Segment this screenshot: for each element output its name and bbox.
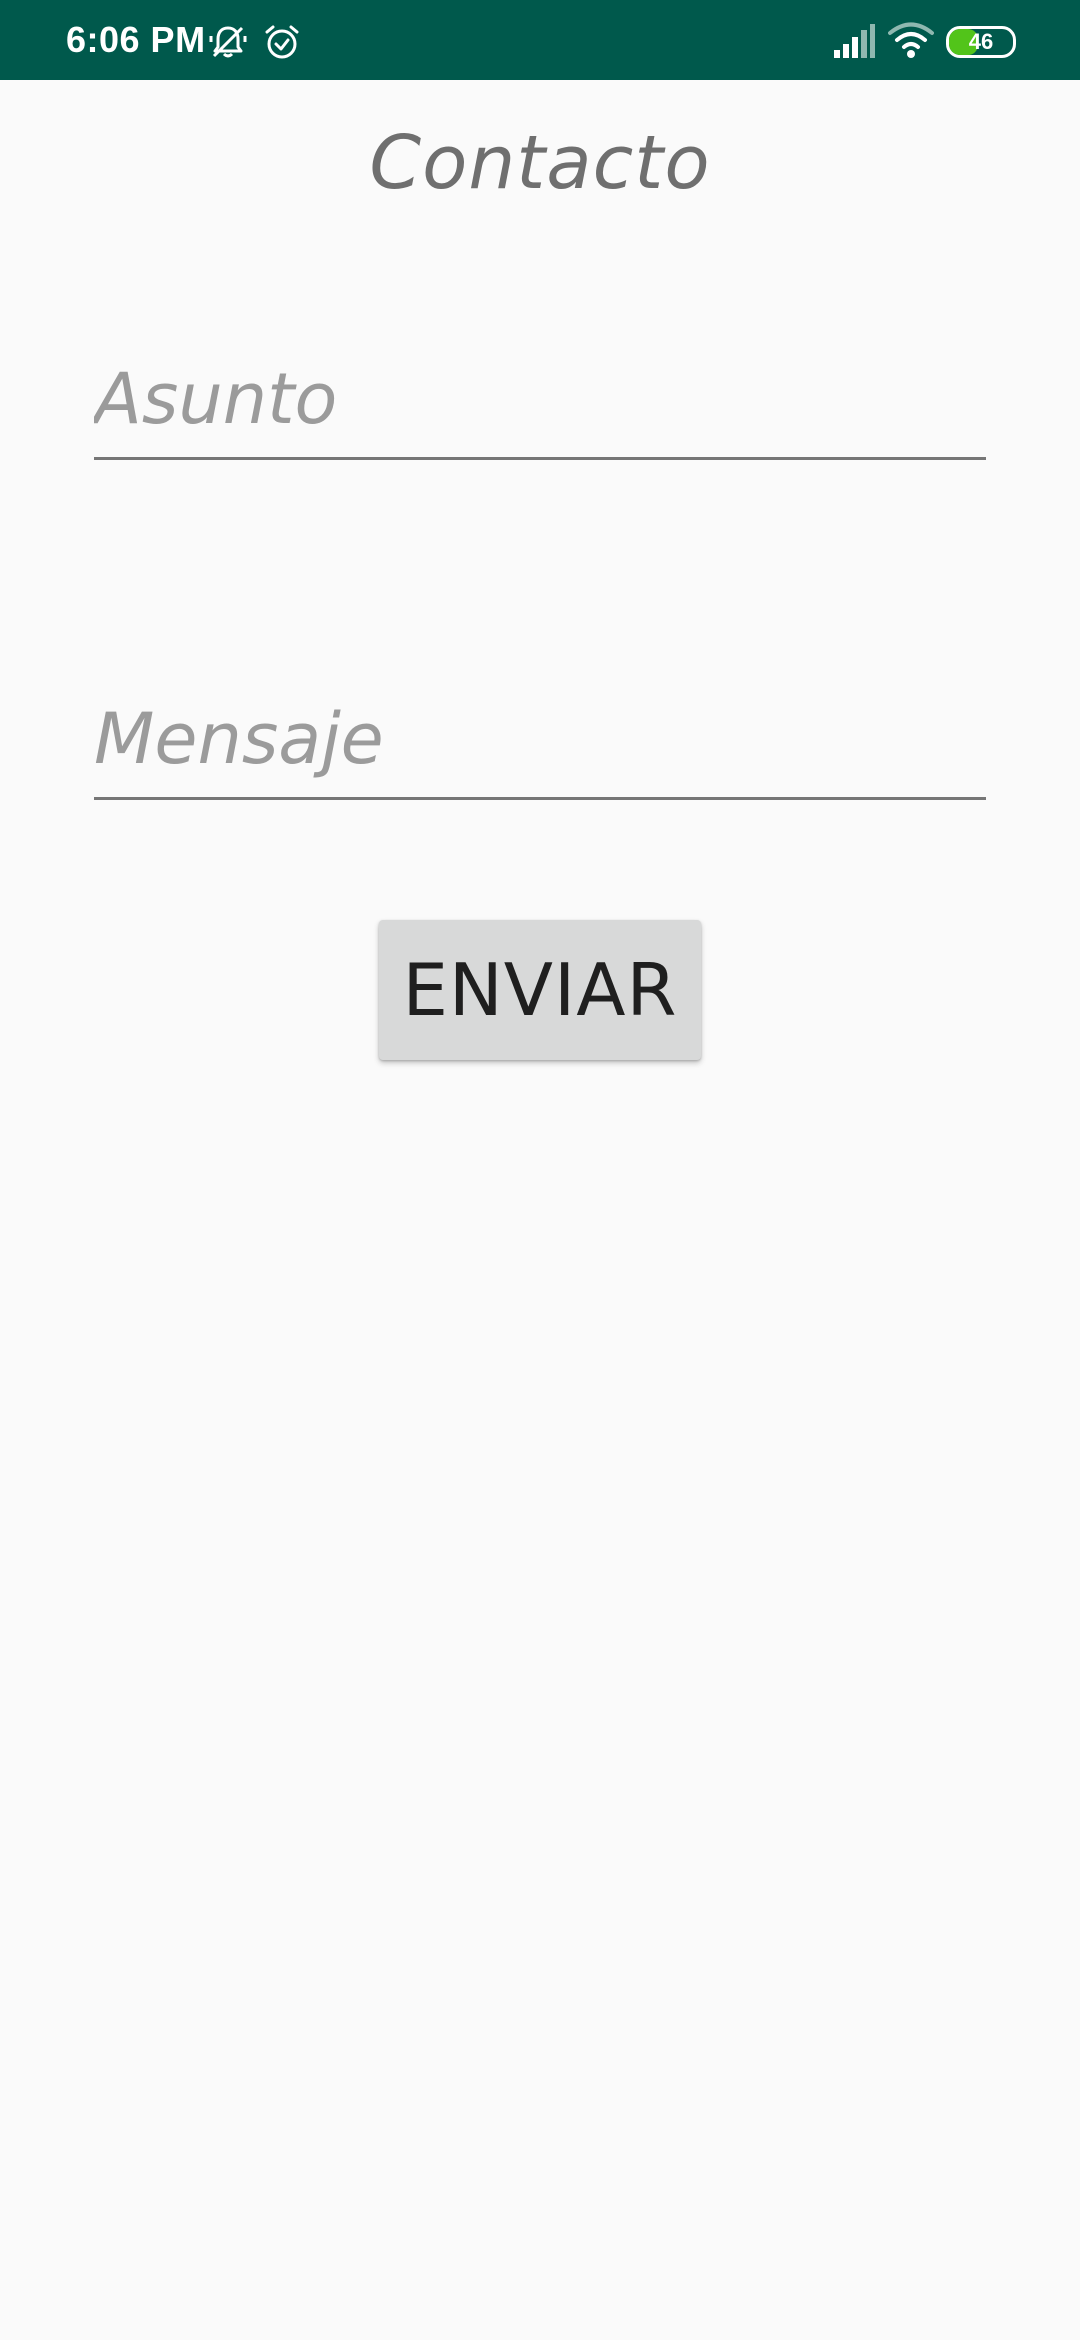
send-button[interactable]: ENVIAR [379, 920, 701, 1060]
wifi-icon [888, 20, 934, 64]
bell-off-icon [208, 22, 248, 66]
asunto-input[interactable] [94, 340, 986, 460]
signal-icon [832, 24, 876, 64]
alarm-icon [262, 22, 302, 66]
battery-level: 46 [968, 29, 994, 54]
asunto-field [94, 340, 986, 460]
page-title: Contacto [369, 120, 711, 206]
battery-icon: 46 [946, 26, 1016, 58]
status-time: 6:06 PM [66, 19, 206, 60]
mensaje-field [94, 680, 986, 800]
status-bar: 6:06 PM 46 [0, 0, 1080, 80]
mensaje-input[interactable] [94, 680, 986, 800]
